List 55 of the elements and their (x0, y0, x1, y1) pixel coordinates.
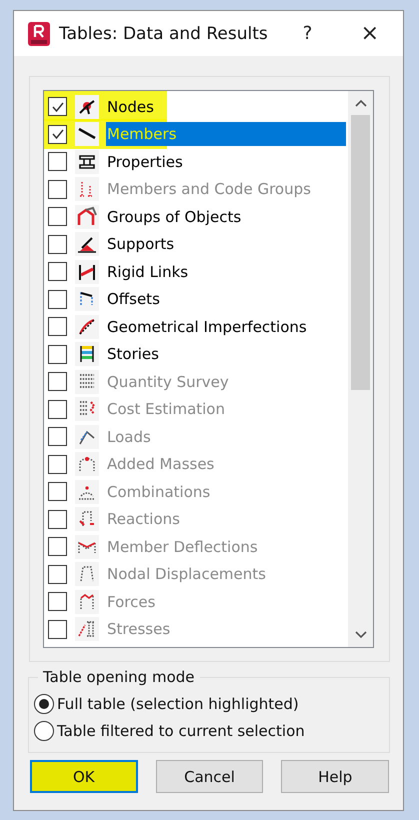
table-list-item[interactable]: Geometrical Imperfections (106, 314, 346, 339)
dialog-button[interactable]: OK (30, 760, 138, 793)
checkbox[interactable] (48, 317, 67, 336)
table-list-item[interactable]: Members (106, 122, 346, 146)
offset-icon (75, 287, 99, 312)
scroll-down-icon[interactable] (354, 631, 366, 639)
link-icon (75, 260, 99, 284)
checkbox[interactable] (48, 207, 67, 226)
node-icon (75, 94, 99, 119)
deflection-icon (75, 534, 99, 559)
dialog-button[interactable]: Help (281, 760, 390, 793)
member-icon (75, 122, 99, 146)
close-button[interactable]: × (360, 22, 379, 44)
check-icon (50, 127, 64, 142)
beam-section-icon (75, 150, 99, 174)
checkbox[interactable] (48, 262, 67, 282)
checkbox[interactable] (48, 152, 67, 172)
app-logo-icon (28, 22, 50, 46)
scrollbar[interactable] (348, 91, 373, 647)
support-icon (75, 232, 99, 256)
dotted-arch-icon (75, 480, 99, 504)
table-list-item[interactable]: Offsets (106, 287, 346, 312)
grid-icon (75, 397, 99, 422)
dotted-frame-icon (75, 507, 99, 532)
table-list-item[interactable]: Rigid Links (106, 260, 346, 284)
scroll-up-icon[interactable] (354, 99, 366, 107)
dotted-frame-icon (75, 590, 99, 614)
load-icon (75, 424, 99, 449)
checkbox[interactable] (48, 344, 67, 364)
checkbox[interactable] (48, 97, 67, 116)
dotted-frame-icon (75, 562, 99, 586)
frame-icon (75, 204, 99, 229)
group-title: Table opening mode (42, 668, 196, 686)
radio-button[interactable] (34, 694, 54, 714)
window-title: Tables: Data and Results (59, 24, 268, 44)
radio-label[interactable]: Table filtered to current selection (57, 722, 305, 740)
scroll-thumb[interactable] (351, 115, 370, 390)
checkbox[interactable] (48, 234, 67, 254)
help-button[interactable]: ? (302, 23, 312, 44)
checkbox[interactable] (48, 124, 67, 144)
table-list-item[interactable]: Groups of Objects (106, 204, 346, 229)
curved-member-icon (75, 314, 99, 339)
table-list-item[interactable]: Stories (106, 342, 346, 366)
stories-icon (75, 342, 99, 366)
table-list-item[interactable]: Nodes (106, 94, 346, 119)
dialog-button[interactable]: Cancel (156, 760, 264, 793)
checkbox[interactable] (48, 290, 67, 309)
stress-icon (75, 617, 99, 642)
table-list-item[interactable]: Properties (106, 150, 346, 174)
radio-label[interactable]: Full table (selection highlighted) (57, 694, 299, 712)
grid-icon (75, 370, 99, 394)
dotted-frame-icon (75, 177, 99, 202)
radio-button[interactable] (34, 720, 54, 740)
table-list-item[interactable]: Supports (106, 232, 346, 256)
dotted-arch-icon (75, 452, 99, 476)
